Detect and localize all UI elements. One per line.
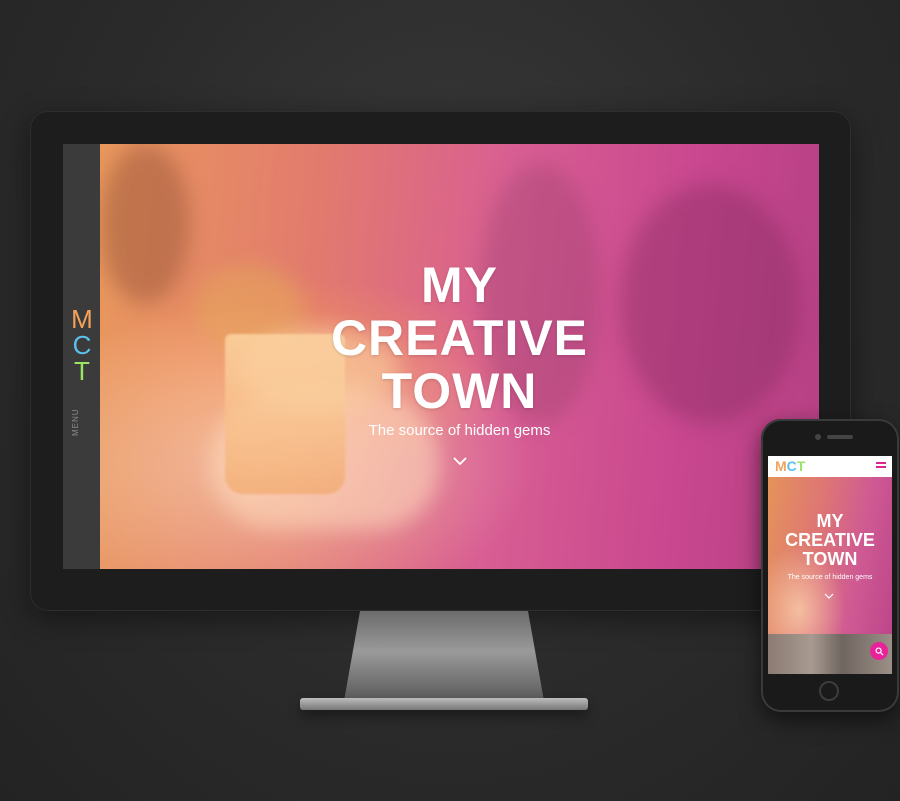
hero-subtitle: The source of hidden gems xyxy=(368,422,551,439)
sidebar: M C T MENU xyxy=(63,144,100,569)
hero-banner: MY CREATIVE TOWN The source of hidden ge… xyxy=(100,144,819,569)
hamburger-icon[interactable] xyxy=(876,462,886,471)
monitor-stand xyxy=(344,611,544,701)
hero-title-line: CREATIVE xyxy=(330,310,589,366)
mobile-photo-strip xyxy=(768,634,892,674)
chevron-down-icon[interactable] xyxy=(452,453,468,469)
desktop-screen: M C T MENU MY CREATIVE TOWN The source o… xyxy=(63,144,819,569)
menu-button[interactable]: MENU xyxy=(71,402,91,442)
mct-logo[interactable]: M C T xyxy=(67,306,97,384)
mobile-hero-banner: MY CREATIVE TOWN The source of hidden ge… xyxy=(768,477,892,634)
mobile-mct-logo[interactable]: MCT xyxy=(775,459,805,474)
hero-title-line: TOWN xyxy=(381,363,538,419)
logo-letter-m: M xyxy=(71,304,93,334)
hero-title: MY CREATIVE TOWN xyxy=(100,259,819,418)
logo-letter-t: T xyxy=(74,356,90,386)
hero-title-line: MY xyxy=(421,257,498,313)
mobile-hero-title-line: MY xyxy=(816,511,844,531)
desktop-monitor: M C T MENU MY CREATIVE TOWN The source o… xyxy=(30,111,851,611)
search-icon xyxy=(874,646,884,656)
mobile-hero-subtitle: The source of hidden gems xyxy=(787,574,873,581)
search-button[interactable] xyxy=(870,642,888,660)
mobile-header: MCT xyxy=(768,456,892,477)
mobile-hero-title-line: TOWN xyxy=(802,549,858,569)
chevron-down-icon[interactable] xyxy=(824,591,834,601)
phone-speaker xyxy=(827,435,853,439)
phone-screen: MCT MY CREATIVE TOWN The source of hidde… xyxy=(768,456,892,674)
mobile-hero-title: MY CREATIVE TOWN xyxy=(768,512,892,569)
mobile-hero-title-line: CREATIVE xyxy=(785,530,875,550)
phone-home-button[interactable] xyxy=(819,681,839,701)
mobile-phone: MCT MY CREATIVE TOWN The source of hidde… xyxy=(761,419,899,712)
logo-letter-c: C xyxy=(72,330,92,360)
monitor-stand-base xyxy=(300,698,588,710)
phone-camera xyxy=(815,434,821,440)
